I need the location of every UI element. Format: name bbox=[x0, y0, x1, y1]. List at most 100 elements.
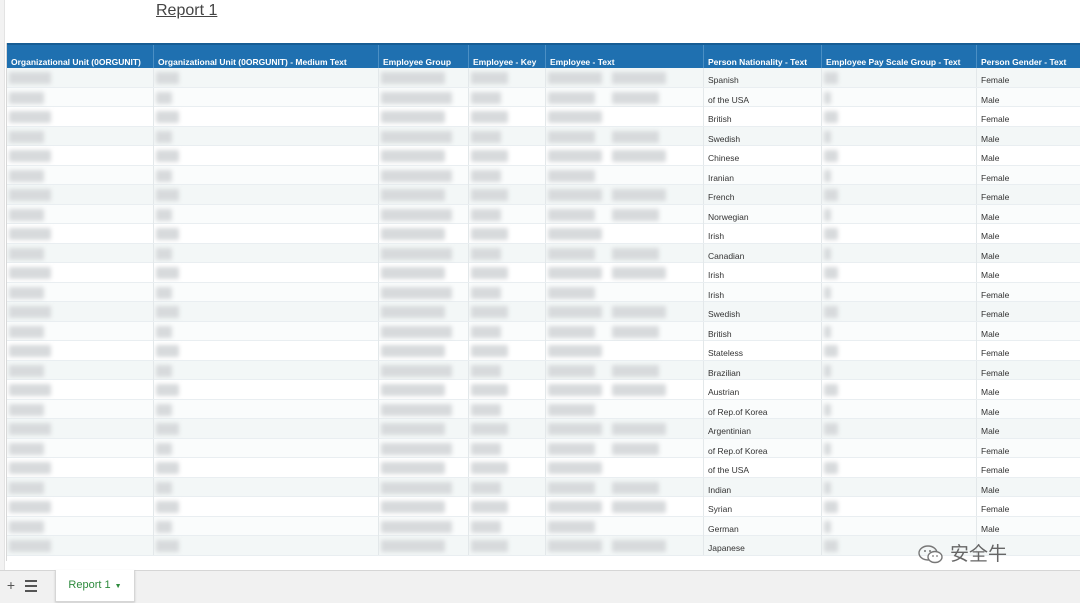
cell-col-orgunit-medium-text[interactable] bbox=[154, 341, 379, 360]
cell-col-employee-text[interactable] bbox=[546, 282, 704, 302]
cell-col-employee-group[interactable] bbox=[379, 536, 469, 555]
cell-col-employee-key[interactable] bbox=[469, 302, 546, 321]
cell-col-employee-key[interactable] bbox=[469, 341, 546, 360]
cell-col-employee-text[interactable] bbox=[546, 224, 704, 243]
cell-col-employee-group[interactable] bbox=[379, 204, 469, 224]
cell-col-orgunit[interactable] bbox=[7, 302, 154, 321]
cell-col-pay-scale-group[interactable] bbox=[822, 243, 977, 263]
cell-col-employee-text[interactable] bbox=[546, 516, 704, 536]
cell-col-employee-text[interactable] bbox=[546, 341, 704, 360]
cell-col-orgunit-medium-text[interactable] bbox=[154, 516, 379, 536]
cell-col-orgunit[interactable] bbox=[7, 263, 154, 282]
cell-col-orgunit[interactable] bbox=[7, 282, 154, 302]
cell-col-gender[interactable]: Male bbox=[977, 205, 1080, 224]
cell-col-employee-text[interactable] bbox=[546, 165, 704, 185]
cell-col-employee-group[interactable] bbox=[379, 341, 469, 360]
cell-col-gender[interactable]: Female bbox=[977, 166, 1080, 185]
cell-col-orgunit[interactable] bbox=[7, 321, 154, 341]
cell-col-orgunit-medium-text[interactable] bbox=[154, 458, 379, 477]
cell-col-gender[interactable]: Female bbox=[977, 68, 1080, 87]
cell-col-orgunit-medium-text[interactable] bbox=[154, 146, 379, 165]
add-sheet-button[interactable]: + bbox=[4, 575, 18, 595]
cell-col-employee-group[interactable] bbox=[379, 438, 469, 458]
header-col-pay-scale-group[interactable]: Employee Pay Scale Group - Text bbox=[822, 45, 977, 70]
header-col-orgunit-medium-text[interactable]: Organizational Unit (0ORGUNIT) - Medium … bbox=[154, 45, 379, 70]
cell-col-nationality[interactable]: Iranian bbox=[704, 165, 822, 185]
cell-col-pay-scale-group[interactable] bbox=[822, 224, 977, 243]
cell-col-nationality[interactable]: of the USA bbox=[704, 458, 822, 477]
cell-col-gender[interactable]: Male bbox=[977, 322, 1080, 341]
cell-col-pay-scale-group[interactable] bbox=[822, 126, 977, 146]
cell-col-pay-scale-group[interactable] bbox=[822, 399, 977, 419]
cell-col-employee-text[interactable] bbox=[546, 497, 704, 516]
cell-col-pay-scale-group[interactable] bbox=[822, 438, 977, 458]
cell-col-employee-key[interactable] bbox=[469, 282, 546, 302]
cell-col-employee-group[interactable] bbox=[379, 282, 469, 302]
cell-col-nationality[interactable]: Indian bbox=[704, 477, 822, 497]
cell-col-orgunit[interactable] bbox=[7, 497, 154, 516]
cell-col-orgunit[interactable] bbox=[7, 380, 154, 399]
cell-col-employee-group[interactable] bbox=[379, 380, 469, 399]
cell-col-orgunit[interactable] bbox=[7, 204, 154, 224]
cell-col-employee-key[interactable] bbox=[469, 146, 546, 165]
cell-col-orgunit[interactable] bbox=[7, 438, 154, 458]
cell-col-employee-text[interactable] bbox=[546, 146, 704, 165]
cell-col-employee-key[interactable] bbox=[469, 185, 546, 204]
cell-col-gender[interactable]: Male bbox=[977, 127, 1080, 146]
cell-col-employee-group[interactable] bbox=[379, 146, 469, 165]
cell-col-employee-group[interactable] bbox=[379, 87, 469, 107]
cell-col-nationality[interactable]: Spanish bbox=[704, 68, 822, 87]
cell-col-gender[interactable]: Female bbox=[977, 185, 1080, 204]
cell-col-gender[interactable]: Female bbox=[977, 361, 1080, 380]
cell-col-pay-scale-group[interactable] bbox=[822, 321, 977, 341]
cell-col-pay-scale-group[interactable] bbox=[822, 87, 977, 107]
cell-col-employee-group[interactable] bbox=[379, 185, 469, 204]
cell-col-employee-key[interactable] bbox=[469, 87, 546, 107]
cell-col-nationality[interactable]: Austrian bbox=[704, 380, 822, 399]
cell-col-orgunit-medium-text[interactable] bbox=[154, 185, 379, 204]
cell-col-employee-key[interactable] bbox=[469, 477, 546, 497]
cell-col-employee-key[interactable] bbox=[469, 419, 546, 438]
cell-col-orgunit-medium-text[interactable] bbox=[154, 282, 379, 302]
cell-col-employee-group[interactable] bbox=[379, 263, 469, 282]
cell-col-pay-scale-group[interactable] bbox=[822, 419, 977, 438]
sheet-tab-report-1[interactable]: Report 1 ▼ bbox=[55, 570, 135, 602]
cell-col-pay-scale-group[interactable] bbox=[822, 497, 977, 516]
cell-col-employee-key[interactable] bbox=[469, 224, 546, 243]
cell-col-employee-key[interactable] bbox=[469, 204, 546, 224]
cell-col-orgunit-medium-text[interactable] bbox=[154, 263, 379, 282]
cell-col-employee-key[interactable] bbox=[469, 438, 546, 458]
cell-col-nationality[interactable]: Japanese bbox=[704, 536, 822, 555]
cell-col-employee-key[interactable] bbox=[469, 107, 546, 126]
cell-col-nationality[interactable]: Swedish bbox=[704, 126, 822, 146]
cell-col-orgunit-medium-text[interactable] bbox=[154, 68, 379, 87]
cell-col-gender[interactable]: Male bbox=[977, 517, 1080, 536]
cell-col-orgunit-medium-text[interactable] bbox=[154, 302, 379, 321]
cell-col-gender[interactable]: Male bbox=[977, 88, 1080, 107]
cell-col-employee-key[interactable] bbox=[469, 497, 546, 516]
cell-col-nationality[interactable]: Argentinian bbox=[704, 419, 822, 438]
cell-col-nationality[interactable]: British bbox=[704, 107, 822, 126]
cell-col-orgunit-medium-text[interactable] bbox=[154, 438, 379, 458]
cell-col-nationality[interactable]: Chinese bbox=[704, 146, 822, 165]
cell-col-orgunit[interactable] bbox=[7, 224, 154, 243]
cell-col-employee-text[interactable] bbox=[546, 204, 704, 224]
cell-col-pay-scale-group[interactable] bbox=[822, 263, 977, 282]
cell-col-orgunit-medium-text[interactable] bbox=[154, 243, 379, 263]
cell-col-pay-scale-group[interactable] bbox=[822, 204, 977, 224]
cell-col-employee-text[interactable] bbox=[546, 438, 704, 458]
header-col-employee-group[interactable]: Employee Group bbox=[379, 45, 469, 70]
cell-col-gender[interactable]: Female bbox=[977, 302, 1080, 321]
cell-col-employee-key[interactable] bbox=[469, 165, 546, 185]
cell-col-orgunit[interactable] bbox=[7, 399, 154, 419]
cell-col-employee-key[interactable] bbox=[469, 263, 546, 282]
all-sheets-menu-icon[interactable] bbox=[24, 577, 38, 593]
cell-col-gender[interactable]: Male bbox=[977, 380, 1080, 399]
cell-col-employee-key[interactable] bbox=[469, 399, 546, 419]
cell-col-orgunit[interactable] bbox=[7, 536, 154, 555]
cell-col-orgunit-medium-text[interactable] bbox=[154, 380, 379, 399]
cell-col-orgunit-medium-text[interactable] bbox=[154, 497, 379, 516]
cell-col-gender[interactable]: Female bbox=[977, 107, 1080, 126]
cell-col-gender[interactable]: Male bbox=[977, 146, 1080, 165]
cell-col-employee-key[interactable] bbox=[469, 68, 546, 87]
